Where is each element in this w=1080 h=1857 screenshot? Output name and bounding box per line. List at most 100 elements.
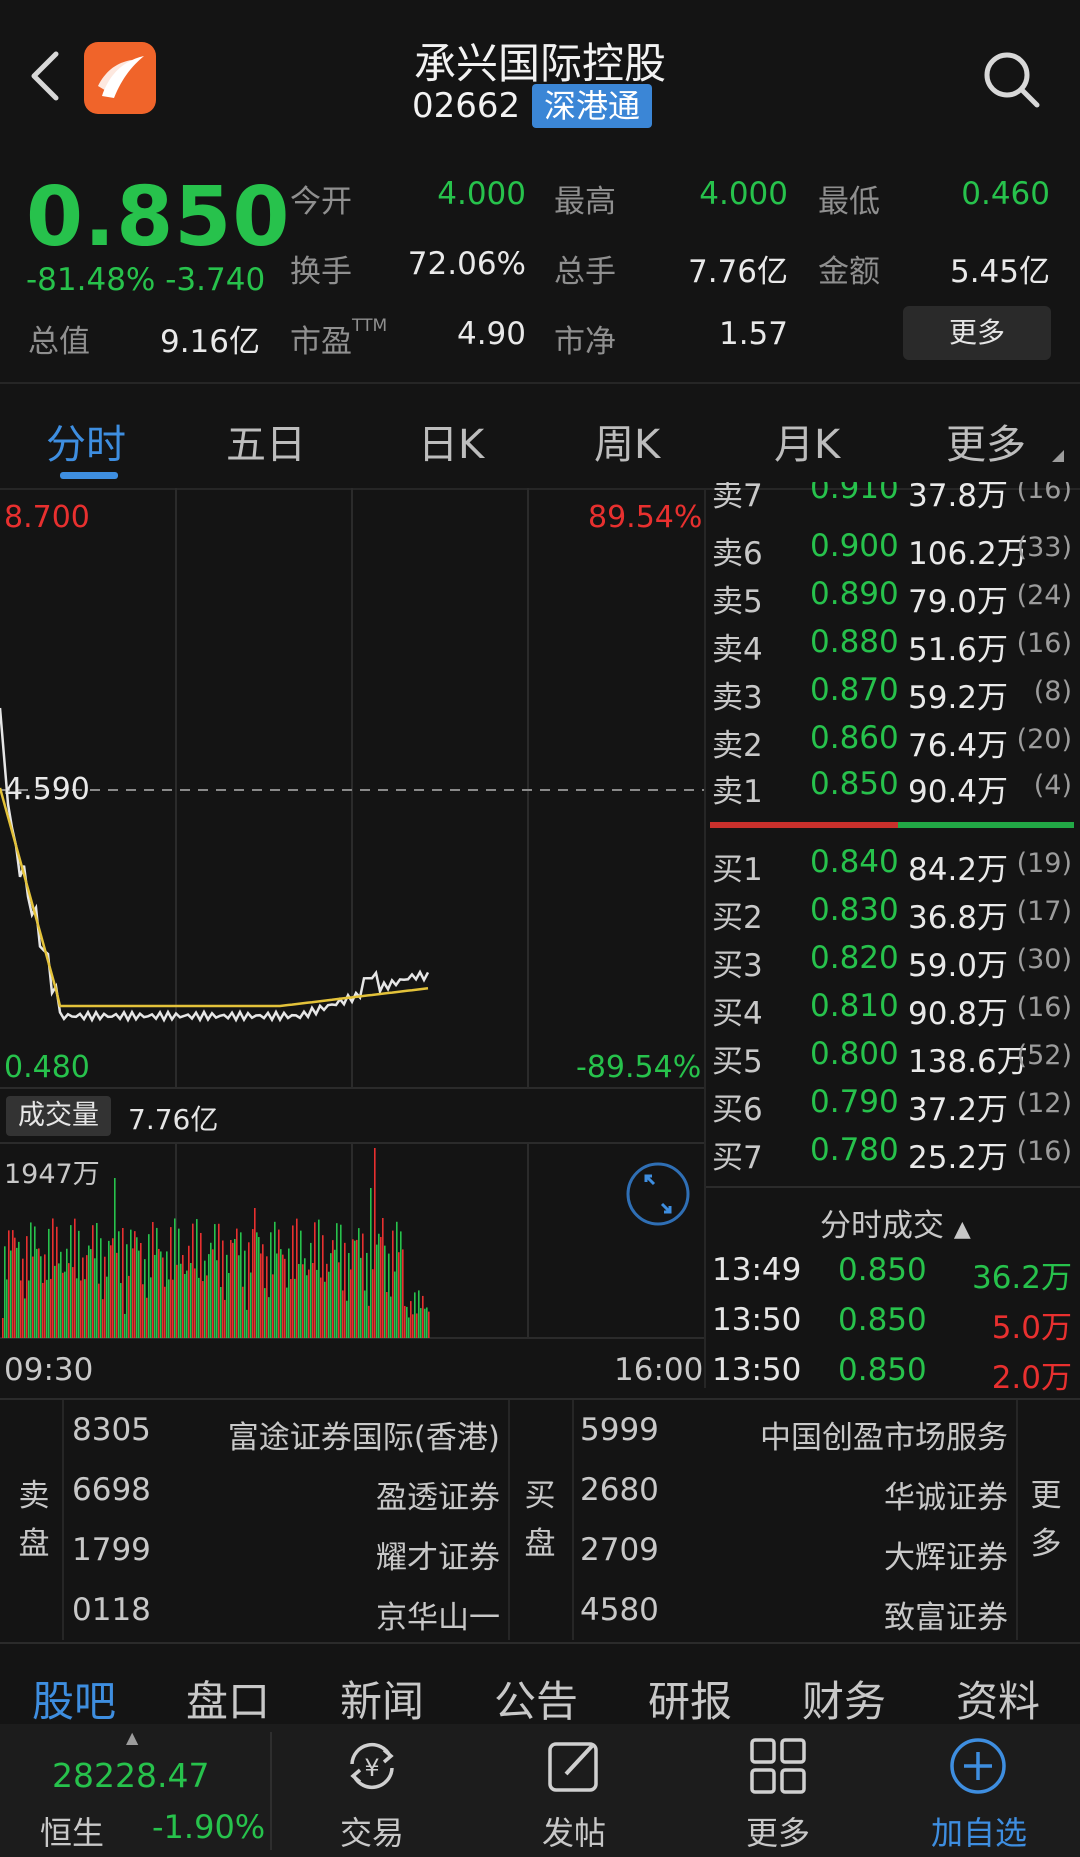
- volume-bar: [20, 1280, 22, 1338]
- volume-bar: [316, 1269, 318, 1338]
- tab-orderbook[interactable]: 盘口: [186, 1668, 270, 1729]
- volume-bar: [46, 1279, 48, 1338]
- volume-bar: [264, 1288, 266, 1338]
- fullscreen-icon[interactable]: [626, 1162, 690, 1226]
- tab-announcements[interactable]: 公告: [494, 1668, 578, 1729]
- volume-bar: [156, 1227, 158, 1338]
- volume-bar: [68, 1263, 70, 1338]
- volume-bar: [138, 1250, 140, 1338]
- expand-arrows-icon[interactable]: [644, 1174, 672, 1214]
- tab-financials[interactable]: 财务: [802, 1668, 886, 1729]
- volume-bar: [168, 1279, 170, 1338]
- tab-intraday[interactable]: 分时: [46, 412, 126, 470]
- broker-name: 中国创盈市场服务: [760, 1420, 1008, 1456]
- volume-bar: [194, 1268, 196, 1338]
- broker-name: 盈透证券: [376, 1480, 500, 1516]
- broker-more-button[interactable]: 更多: [1026, 1472, 1066, 1568]
- more-dropdown-icon[interactable]: [1052, 450, 1064, 462]
- volume-bar: [368, 1305, 370, 1338]
- tab-research[interactable]: 研报: [648, 1668, 732, 1729]
- volume-bar: [48, 1228, 50, 1338]
- ask-row[interactable]: 卖1 0.850 90.4万 (4): [710, 766, 1080, 812]
- volume-bar: [274, 1221, 276, 1338]
- bid-row[interactable]: 买6 0.790 37.2万 (12): [710, 1084, 1080, 1130]
- tab-profile[interactable]: 资料: [956, 1668, 1040, 1729]
- trade-button[interactable]: 交易: [336, 1808, 408, 1854]
- volume-bar: [424, 1308, 426, 1338]
- tab-forum[interactable]: 股吧: [32, 1668, 116, 1729]
- volume-bar: [364, 1290, 366, 1338]
- volume-value: 7.76亿: [687, 254, 788, 290]
- search-icon[interactable]: [980, 48, 1042, 110]
- add-watchlist-button[interactable]: 加自选: [924, 1808, 1034, 1854]
- volume-bar: [302, 1264, 304, 1338]
- add-watchlist-icon[interactable]: [946, 1734, 1010, 1798]
- ask-row[interactable]: 卖6 0.900 106.2万 (33): [710, 528, 1080, 574]
- ask-row[interactable]: 卖2 0.860 76.4万 (20): [710, 720, 1080, 766]
- ask-bid-ratio-bar-red: [710, 822, 898, 828]
- volume-bar: [74, 1218, 76, 1338]
- volume-bar: [324, 1281, 326, 1338]
- volume-bar: [408, 1317, 410, 1338]
- volume-bar: [322, 1235, 324, 1338]
- volume-bar: [208, 1254, 210, 1338]
- grid-more-icon[interactable]: [746, 1734, 810, 1798]
- volume-bar: [58, 1263, 60, 1338]
- more-button[interactable]: 更多: [742, 1808, 814, 1854]
- volume-bar: [278, 1229, 280, 1338]
- volume-bar: [372, 1269, 374, 1338]
- y-axis-bottom-pct: -89.54%: [576, 1050, 702, 1085]
- broker-id: 1799: [72, 1532, 151, 1568]
- tab-weekly-k[interactable]: 周K: [594, 412, 660, 470]
- volume-bar: [70, 1225, 72, 1338]
- volume-bar: [350, 1269, 352, 1338]
- broker-name: 华诚证券: [884, 1480, 1008, 1516]
- trade-icon[interactable]: ¥: [340, 1734, 404, 1798]
- tab-news[interactable]: 新闻: [340, 1668, 424, 1729]
- time-sales-title[interactable]: 分时成交 ▲: [820, 1200, 971, 1245]
- volume-bar: [332, 1240, 334, 1338]
- volume-bar: [250, 1272, 252, 1338]
- ask-row[interactable]: 卖4 0.880 51.6万 (16): [710, 624, 1080, 670]
- bid-row[interactable]: 买4 0.810 90.8万 (16): [710, 988, 1080, 1034]
- volume-bar: [394, 1271, 396, 1338]
- bid-row[interactable]: 买1 0.840 84.2万 (19): [710, 844, 1080, 890]
- intraday-chart[interactable]: [0, 488, 706, 1388]
- volume-bar: [16, 1247, 18, 1338]
- volume-bar: [248, 1242, 250, 1338]
- volume-bar: [60, 1251, 62, 1338]
- pb-label: 市净: [554, 324, 616, 360]
- volume-bar: [132, 1248, 134, 1338]
- quote-more-button[interactable]: 更多: [903, 306, 1051, 360]
- post-button[interactable]: 发帖: [538, 1808, 610, 1854]
- post-edit-icon[interactable]: [542, 1734, 606, 1798]
- bid-row[interactable]: 买3 0.820 59.0万 (30): [710, 940, 1080, 986]
- stock-code: 02662: [412, 86, 521, 126]
- volume-bar: [94, 1258, 96, 1338]
- bid-row[interactable]: 买7 0.780 25.2万 (16): [710, 1132, 1080, 1178]
- bid-row[interactable]: 买2 0.830 36.8万 (17): [710, 892, 1080, 938]
- ask-row[interactable]: 卖7 0.910 37.8万 (16): [710, 482, 1080, 516]
- volume-bar: [362, 1233, 364, 1338]
- volume-bar: [52, 1218, 54, 1338]
- volume-bar: [318, 1219, 320, 1338]
- volume-bar: [412, 1314, 414, 1338]
- volume-bar: [272, 1274, 274, 1338]
- tab-daily-k[interactable]: 日K: [418, 412, 484, 470]
- volume-bar: [160, 1251, 162, 1338]
- tab-more[interactable]: 更多: [946, 412, 1026, 470]
- volume-bar: [314, 1222, 316, 1338]
- volume-bar: [96, 1223, 98, 1338]
- bid-row[interactable]: 买5 0.800 138.6万 (52): [710, 1036, 1080, 1082]
- ask-row[interactable]: 卖3 0.870 59.2万 (8): [710, 672, 1080, 718]
- volume-bar: [144, 1259, 146, 1338]
- tab-five-day[interactable]: 五日: [226, 412, 306, 470]
- tab-monthly-k[interactable]: 月K: [774, 412, 840, 470]
- volume-bar: [204, 1260, 206, 1338]
- ask-row[interactable]: 卖5 0.890 79.0万 (24): [710, 576, 1080, 622]
- hang-seng-index-widget[interactable]: ▲ 28228.47 恒生 -1.90%: [0, 1724, 270, 1857]
- low-value: 0.460: [961, 176, 1050, 212]
- volume-bar: [216, 1260, 218, 1338]
- volume-indicator-button[interactable]: 成交量: [6, 1096, 111, 1136]
- volume-bar: [114, 1178, 116, 1338]
